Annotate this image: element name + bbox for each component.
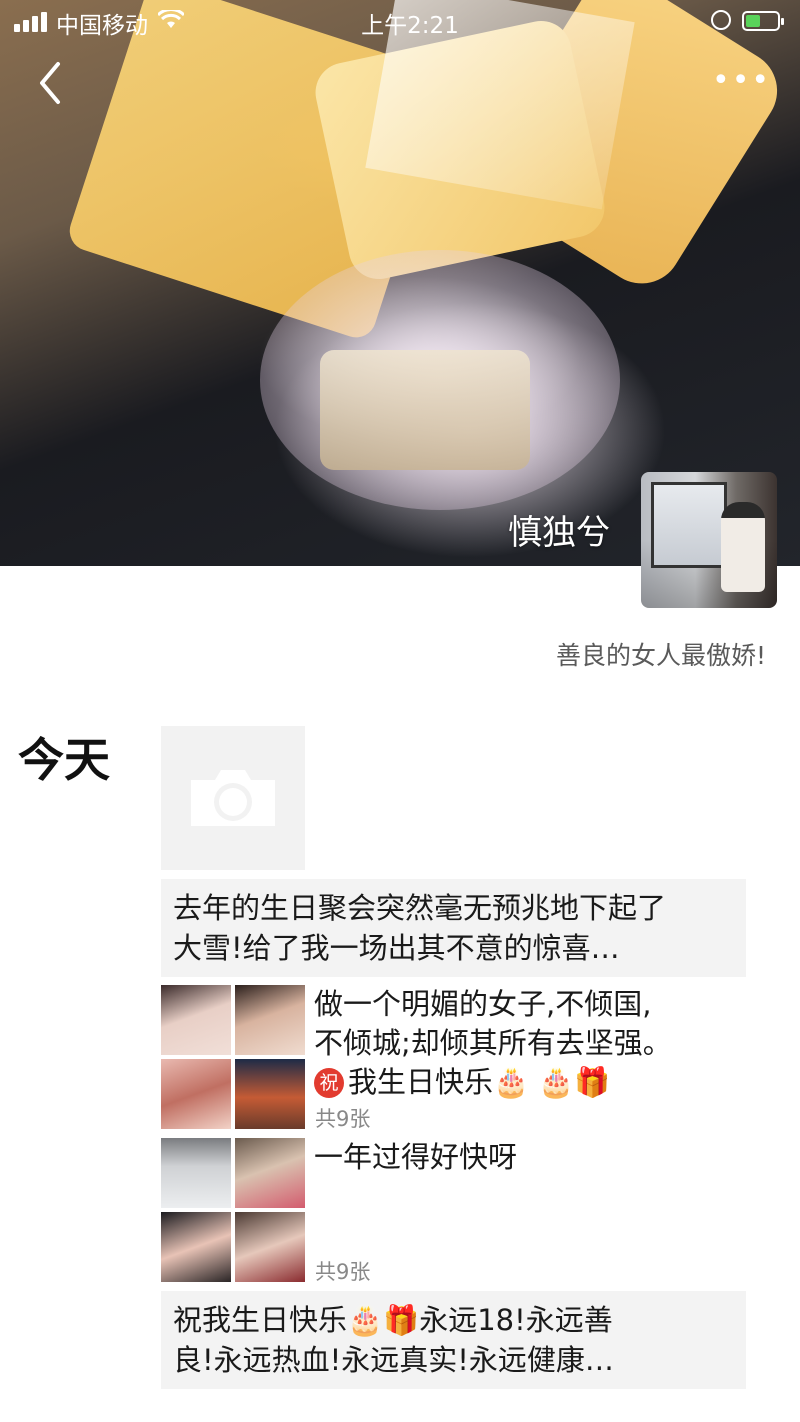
rotation-lock-icon bbox=[711, 10, 731, 30]
profile-signature: 善良的女人最傲娇! bbox=[555, 641, 766, 670]
back-button[interactable] bbox=[32, 58, 72, 108]
post-1-text-line2: 大雪!给了我一场出其不意的惊喜… bbox=[173, 931, 620, 965]
feed-post-2-photos[interactable] bbox=[161, 985, 305, 1129]
carrier-name: 中国移动 bbox=[56, 13, 148, 39]
post-camera-button[interactable] bbox=[161, 726, 305, 870]
post-1-text-line1: 去年的生日聚会突然毫无预兆地下起了 bbox=[173, 891, 667, 925]
post-2-text-line2: 不倾城;却倾其所有去坚强。 bbox=[314, 1026, 672, 1060]
camera-icon bbox=[191, 770, 275, 826]
status-bar: 中国移动 上午2:21 bbox=[0, 0, 800, 40]
feed-post-2-text[interactable]: 做一个明媚的女子,不倾国, 不倾城;却倾其所有去坚强。 祝我生日快乐🎂 🎂🎁 bbox=[314, 985, 754, 1102]
post-2-text-line3: 祝我生日快乐🎂 🎂🎁 bbox=[314, 1063, 754, 1102]
photo-thumbnail[interactable] bbox=[235, 1212, 305, 1282]
wifi-icon bbox=[156, 8, 186, 35]
photo-thumbnail[interactable] bbox=[235, 1059, 305, 1129]
battery-level bbox=[746, 15, 760, 27]
photo-thumbnail[interactable] bbox=[161, 1059, 231, 1129]
clock: 上午2:21 bbox=[361, 13, 459, 39]
signal-icon bbox=[14, 10, 48, 32]
post-4-text-line2: 良!永远热血!永远真实!永远健康… bbox=[173, 1343, 614, 1377]
chevron-left-icon bbox=[40, 62, 60, 104]
post-4-text-line1: 祝我生日快乐🎂🎁永远18!永远善 bbox=[173, 1303, 613, 1337]
bouquet-cake-box bbox=[320, 350, 530, 470]
feed-post-1[interactable]: 去年的生日聚会突然毫无预兆地下起了 大雪!给了我一场出其不意的惊喜… bbox=[161, 879, 746, 977]
photo-thumbnail[interactable] bbox=[161, 985, 231, 1055]
photo-thumbnail[interactable] bbox=[161, 1212, 231, 1282]
more-button[interactable]: ••• bbox=[712, 63, 772, 98]
photo-thumbnail[interactable] bbox=[235, 985, 305, 1055]
photo-count: 共9张 bbox=[315, 1260, 371, 1284]
photo-thumbnail[interactable] bbox=[161, 1138, 231, 1208]
zhu-badge-icon: 祝 bbox=[314, 1068, 344, 1098]
profile-username[interactable]: 慎独兮 bbox=[430, 505, 610, 554]
post-2-text-line1: 做一个明媚的女子,不倾国, bbox=[314, 987, 652, 1021]
photo-count: 共9张 bbox=[315, 1107, 371, 1131]
feed-post-3-text[interactable]: 一年过得好快呀 bbox=[314, 1138, 754, 1177]
more-dots-icon: ••• bbox=[712, 63, 772, 98]
avatar[interactable] bbox=[641, 472, 777, 608]
photo-thumbnail[interactable] bbox=[235, 1138, 305, 1208]
feed-post-3-photos[interactable] bbox=[161, 1138, 305, 1282]
feed-post-4[interactable]: 祝我生日快乐🎂🎁永远18!永远善 良!永远热血!永远真实!永远健康… bbox=[161, 1291, 746, 1389]
battery-icon bbox=[742, 11, 784, 31]
date-label: 今天 bbox=[18, 733, 110, 787]
